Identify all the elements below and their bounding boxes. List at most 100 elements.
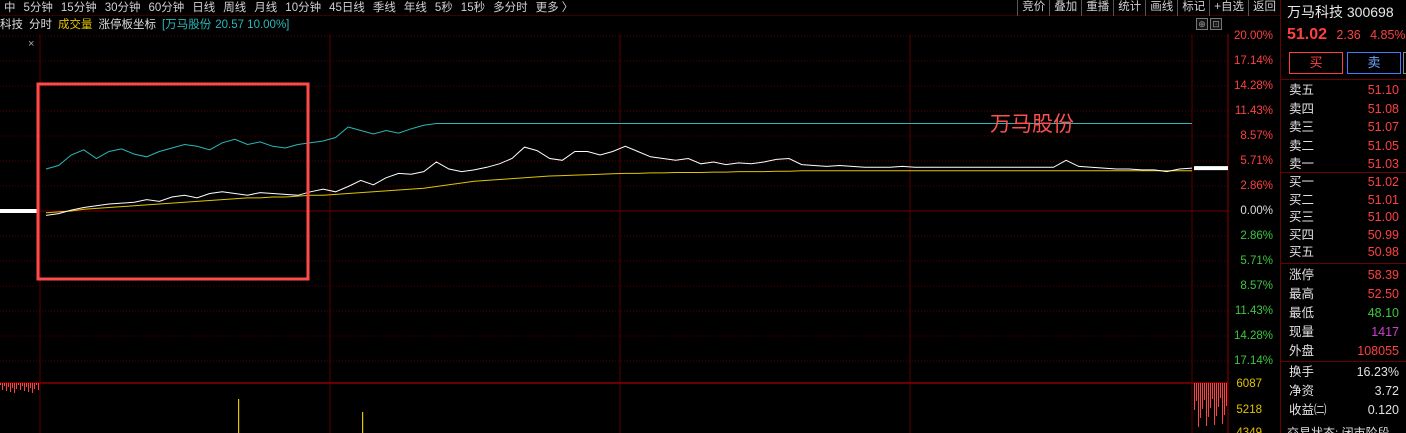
overlay-label: [万马股份	[162, 19, 212, 31]
y-tick-label: 8.57%	[1240, 130, 1273, 142]
stat-row[interactable]: 最高 52.50	[1281, 285, 1406, 303]
volume-bar	[1224, 383, 1225, 415]
stat-row[interactable]: 外盘 108055	[1281, 342, 1406, 360]
volume-bar	[1214, 383, 1215, 425]
tool-button[interactable]: 标记	[1177, 0, 1209, 16]
price-change: 2.36	[1336, 28, 1361, 42]
bid-row-label: 买三	[1289, 210, 1315, 224]
period-tab[interactable]: 45日线	[325, 0, 369, 16]
y-tick-label: 0.00%	[1240, 205, 1273, 217]
volume-bar	[10, 383, 11, 392]
stock-short-name: 科技	[0, 19, 23, 31]
y-tick-label: 11.43%	[1234, 305, 1273, 317]
period-tab[interactable]: 年线	[400, 0, 431, 16]
volume-bar	[1202, 383, 1203, 409]
bid-row[interactable]: 买四 50.99	[1281, 226, 1406, 244]
volume-label[interactable]: 成交量	[58, 16, 93, 34]
period-tab[interactable]: 60分钟	[145, 0, 189, 16]
stat-row-value: 58.39	[1367, 268, 1399, 282]
stat-row-label: 现量	[1289, 325, 1315, 339]
y-tick-label: 14.28%	[1233, 80, 1273, 93]
period-tab[interactable]: 15秒	[457, 0, 489, 16]
tool-button[interactable]: 叠加	[1049, 0, 1081, 16]
volume-bar	[1194, 383, 1195, 410]
chart-annotation: 万马股份	[990, 113, 1074, 136]
y-tick-label: 5.71%	[1240, 254, 1273, 267]
tool-button[interactable]: 重播	[1081, 0, 1113, 16]
expand-icon[interactable]: ⊡	[1210, 18, 1222, 30]
chart-header: 科技 分时 成交量 涨停板坐标 [万马股份 20.57 10.00%]	[0, 16, 1228, 34]
period-tabs: 中 5分钟 15分钟 30分钟 60分钟 日线 周线 月线 10分钟 45日线 季线 年线 5秒 15秒多…	[0, 0, 577, 16]
volume-bar	[26, 383, 27, 387]
sell-button[interactable]: 卖	[1347, 52, 1401, 74]
bid-row[interactable]: 买一 51.02	[1281, 173, 1406, 191]
y-tick-label: 2.86%	[1240, 179, 1273, 192]
zoom-icon[interactable]: ⊕	[1196, 18, 1208, 30]
ask-row[interactable]: 卖二 51.05	[1281, 137, 1406, 155]
tool-button[interactable]: +自选	[1209, 0, 1248, 16]
ask-row[interactable]: 卖五 51.10	[1281, 81, 1406, 99]
tool-button[interactable]: 画线	[1145, 0, 1177, 16]
period-tab[interactable]: 10分钟	[281, 0, 325, 16]
stat-row-label: 涨停	[1289, 268, 1315, 282]
period-tab[interactable]: 月线	[250, 0, 281, 16]
y-tick-label: 17.14%	[1233, 55, 1273, 68]
volume-bar	[1226, 383, 1227, 406]
tool-button[interactable]: 竞价	[1017, 0, 1049, 16]
volume-bar	[22, 383, 23, 386]
y-tick-label: 8.57%	[1240, 279, 1273, 292]
volume-bar	[1204, 383, 1205, 400]
intraday-chart	[0, 34, 1229, 433]
bid-row-label: 买一	[1289, 175, 1315, 189]
period-tab[interactable]: 季线	[369, 0, 400, 16]
limit-up-label[interactable]: 涨停板坐标	[99, 16, 157, 34]
period-tab[interactable]: 15分钟	[57, 0, 101, 16]
overlay-values: 20.57 10.00%]	[215, 19, 290, 31]
stat-row[interactable]: 现量 1417	[1281, 323, 1406, 341]
stat-row-label: 收益㈡	[1289, 403, 1327, 417]
period-tab[interactable]: 30分钟	[101, 0, 145, 16]
stat-row[interactable]: 收益㈡ 0.120	[1281, 401, 1406, 419]
period-tab[interactable]: 多分时	[489, 0, 532, 16]
ask-row[interactable]: 卖四 51.08	[1281, 100, 1406, 118]
trading-status: 交易状态: 闭市阶段	[1287, 426, 1390, 433]
period-tab[interactable]: 中	[0, 0, 20, 16]
volume-bar	[1210, 383, 1211, 408]
period-tab[interactable]: 5分钟	[20, 0, 57, 16]
ask-row[interactable]: 卖三 51.07	[1281, 118, 1406, 136]
tool-buttons: 竞价 叠加 重播 统计 画线 标记 +自选 返回	[1017, 0, 1280, 16]
bid-row[interactable]: 买五 50.98	[1281, 243, 1406, 261]
ask-row-value: 51.08	[1367, 101, 1399, 116]
bid-row[interactable]: 买三 51.00	[1281, 208, 1406, 226]
stat-row-label: 换手	[1289, 365, 1315, 379]
volume-bar	[38, 383, 39, 390]
tool-button[interactable]: 返回	[1248, 0, 1280, 16]
stock-name: 万马科技	[1287, 4, 1343, 20]
stat-row[interactable]: 净资 3.72	[1281, 382, 1406, 400]
ask-row[interactable]: 卖一 51.03	[1281, 155, 1406, 173]
ask-row-value: 51.10	[1367, 83, 1399, 97]
volume-bar	[238, 399, 240, 433]
divider	[1281, 79, 1406, 80]
tool-button[interactable]: 统计	[1113, 0, 1145, 16]
stat-row-value: 0.120	[1367, 403, 1399, 417]
period-tab[interactable]: 日线	[188, 0, 219, 16]
bid-row[interactable]: 买二 51.01	[1281, 191, 1406, 209]
ask-row-value: 51.03	[1367, 157, 1399, 171]
stat-row[interactable]: 涨停 58.39	[1281, 266, 1406, 284]
bid-row-label: 买五	[1289, 245, 1315, 259]
period-tab[interactable]: 更多 〉	[532, 0, 578, 16]
ask-row-label: 卖三	[1289, 120, 1315, 134]
buy-button[interactable]: 买	[1289, 52, 1343, 74]
post-market-marker	[1194, 166, 1228, 171]
stock-code: 300698	[1346, 4, 1394, 20]
stat-row[interactable]: 最低 48.10	[1281, 304, 1406, 322]
period-tab[interactable]: 周线	[219, 0, 250, 16]
stat-row[interactable]: 换手 16.23%	[1281, 363, 1406, 381]
period-tab[interactable]: 5秒	[431, 0, 457, 16]
close-icon[interactable]: ×	[28, 38, 34, 50]
volume-bar	[1208, 383, 1209, 417]
price-row: 51.02 2.36 4.85%	[1287, 26, 1406, 44]
mode-label[interactable]: 分时	[29, 16, 52, 34]
volume-bar	[1206, 383, 1207, 426]
